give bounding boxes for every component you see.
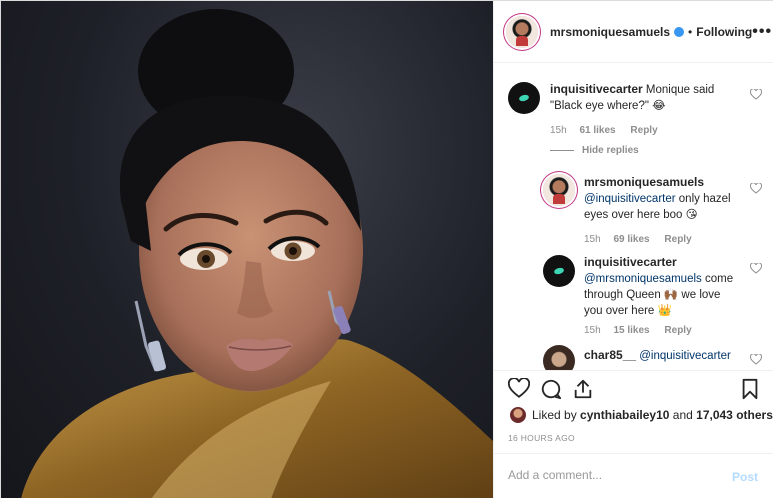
likes-prefix: Liked by: [532, 408, 577, 422]
post-comment-button[interactable]: Post: [732, 470, 758, 484]
comments-list[interactable]: inquisitivecarter Monique said "Black ey…: [494, 64, 773, 370]
small-heart-icon[interactable]: [750, 183, 762, 194]
reply-text: inquisitivecarter @mrsmoniquesamuels com…: [584, 254, 738, 319]
reply-button[interactable]: Reply: [630, 125, 657, 136]
liker-avatar[interactable]: [510, 407, 526, 423]
reply-meta: 15h 69 likes Reply: [584, 234, 692, 245]
reply-button[interactable]: Reply: [664, 325, 691, 336]
instagram-post-modal: mrsmoniquesamuels • Following ••• inquis…: [0, 0, 773, 498]
reply-meta: 15h 15 likes Reply: [584, 325, 692, 336]
reply-username[interactable]: mrsmoniquesamuels: [584, 175, 704, 189]
mention-link[interactable]: @mrsmoniquesamuels: [584, 273, 702, 285]
post-photo[interactable]: [1, 1, 493, 498]
heart-icon[interactable]: [508, 378, 530, 399]
likes-count[interactable]: 17,043 others: [696, 408, 773, 422]
reply-text: mrsmoniquesamuels @inquisitivecarter onl…: [584, 174, 736, 223]
reply-username[interactable]: char85__: [584, 348, 636, 362]
mention-link[interactable]: @inquisitivecarter: [584, 193, 676, 205]
comment-input[interactable]: [508, 468, 718, 482]
small-heart-icon[interactable]: [750, 354, 762, 365]
reply-time: 15h: [584, 234, 601, 245]
verified-badge-icon: [674, 26, 685, 37]
post-side-panel: mrsmoniquesamuels • Following ••• inquis…: [493, 1, 773, 498]
reply-item: mrsmoniquesamuels @inquisitivecarter onl…: [494, 171, 773, 251]
reply-text: char85__ @inquisitivecarter: [584, 347, 744, 364]
post-header: mrsmoniquesamuels • Following •••: [494, 1, 773, 63]
small-heart-icon[interactable]: [750, 89, 762, 100]
following-button[interactable]: Following: [696, 25, 752, 39]
comment-item: inquisitivecarter Monique said "Black ey…: [494, 64, 773, 164]
share-icon[interactable]: [572, 378, 594, 400]
add-comment-bar: Post: [494, 453, 773, 498]
small-heart-icon[interactable]: [750, 263, 762, 274]
commenter-avatar[interactable]: [508, 82, 540, 114]
reply-likes[interactable]: 15 likes: [613, 325, 649, 336]
reply-time: 15h: [584, 325, 601, 336]
likes-and: and: [672, 408, 693, 422]
reply-avatar[interactable]: [543, 174, 575, 206]
comment-username[interactable]: inquisitivecarter: [550, 82, 643, 96]
comment-likes[interactable]: 61 likes: [579, 125, 615, 136]
reply-item: char85__ @inquisitivecarter: [494, 344, 773, 370]
author-avatar[interactable]: [506, 15, 538, 48]
comment-icon[interactable]: [540, 378, 562, 400]
reply-button[interactable]: Reply: [664, 234, 691, 245]
author-info: mrsmoniquesamuels • Following: [550, 25, 752, 39]
liker-username[interactable]: cynthiabailey10: [580, 408, 669, 422]
comment-time: 15h: [550, 125, 567, 136]
reply-username[interactable]: inquisitivecarter: [584, 255, 677, 269]
hide-replies-button[interactable]: Hide replies: [550, 145, 639, 156]
author-username[interactable]: mrsmoniquesamuels: [550, 25, 670, 39]
more-options-icon[interactable]: •••: [752, 23, 772, 41]
post-timestamp: 16 HOURS AGO: [508, 433, 575, 443]
bookmark-icon[interactable]: [740, 378, 760, 400]
separator-dot: •: [688, 24, 693, 39]
reply-likes[interactable]: 69 likes: [613, 234, 649, 245]
reply-item: inquisitivecarter @mrsmoniquesamuels com…: [494, 251, 773, 346]
mention-link[interactable]: @inquisitivecarter: [639, 350, 731, 362]
likes-summary: Liked by cynthiabailey10 and 17,043 othe…: [510, 407, 773, 423]
comment-text: inquisitivecarter Monique said "Black ey…: [550, 81, 730, 114]
reply-avatar[interactable]: [543, 255, 575, 287]
comment-meta: 15h 61 likes Reply: [550, 125, 658, 136]
reply-avatar[interactable]: [543, 345, 575, 370]
